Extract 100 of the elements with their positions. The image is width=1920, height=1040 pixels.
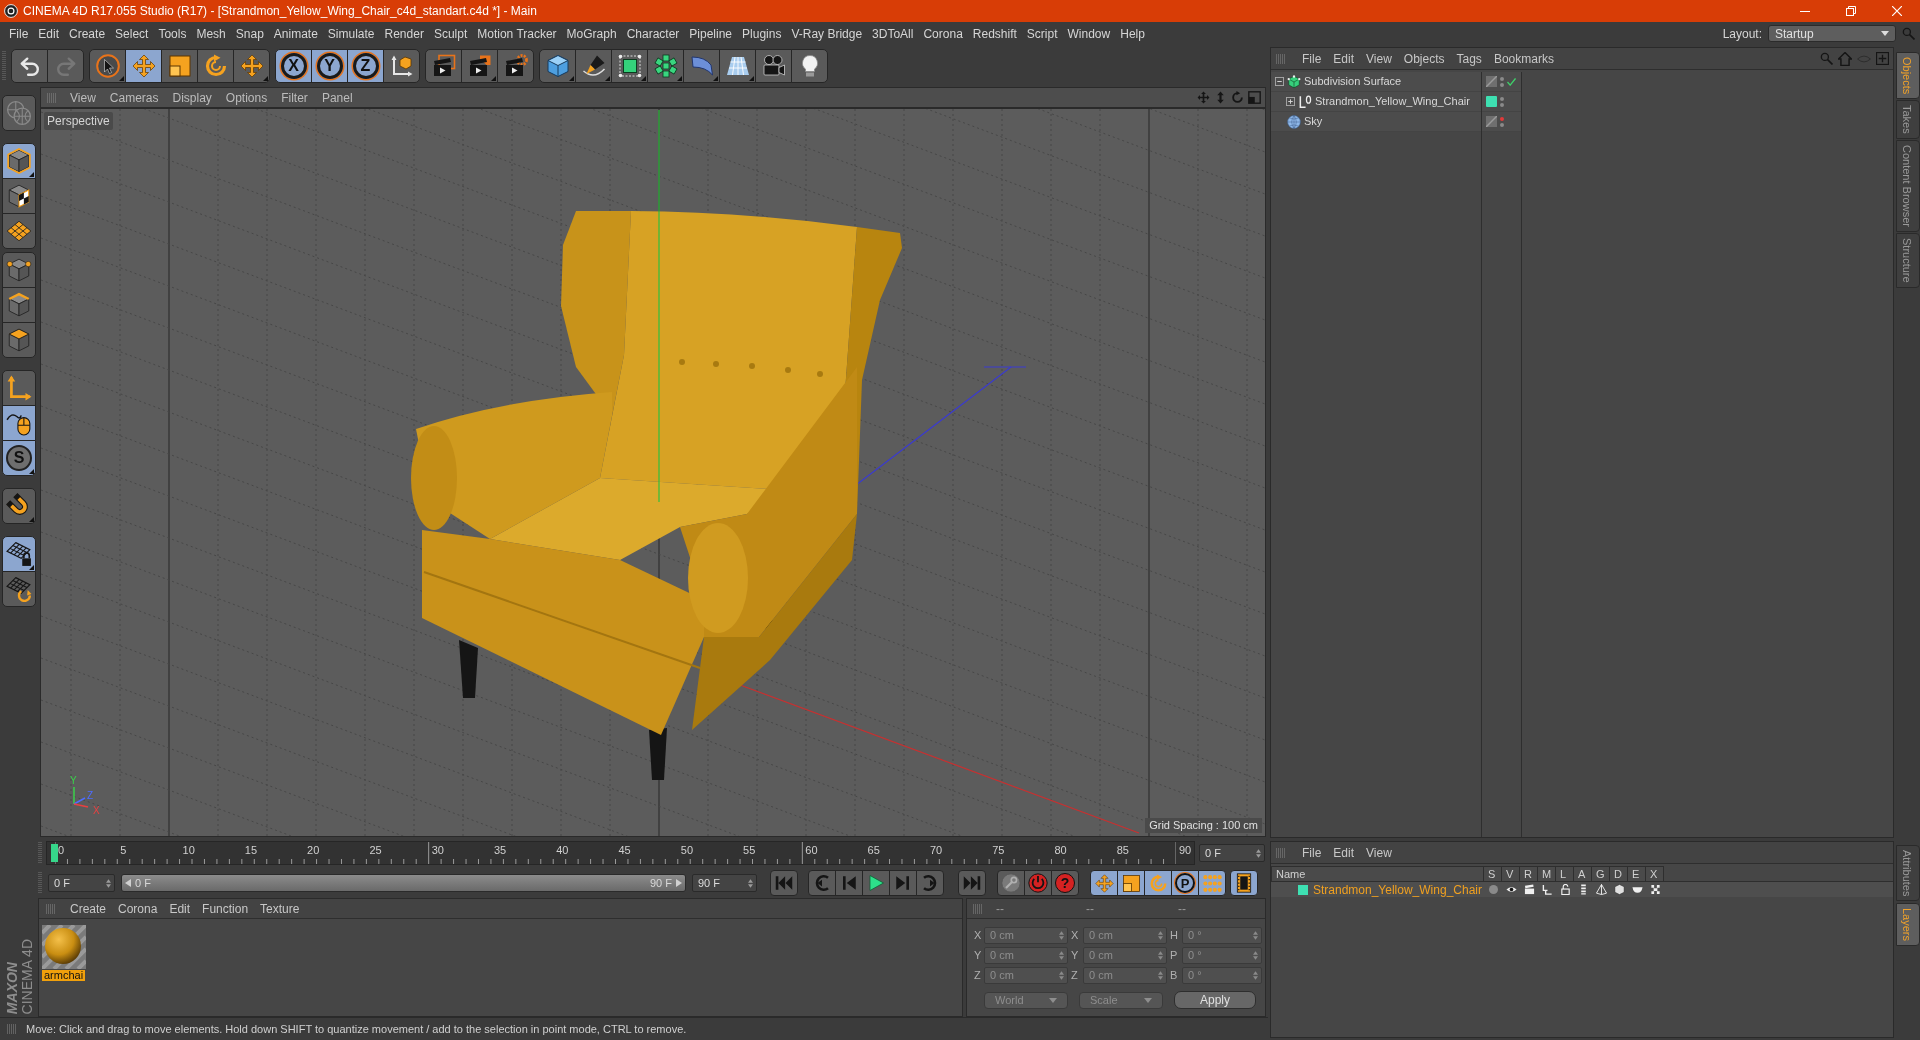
viewport-menu-item[interactable]: Panel (314, 91, 360, 104)
editor-dot-icon[interactable] (1500, 76, 1504, 81)
render-settings-button[interactable] (497, 49, 534, 83)
padlock-icon[interactable] (1559, 884, 1571, 895)
workplane-mode-button[interactable] (2, 213, 36, 249)
light-button[interactable] (791, 49, 828, 83)
points-mode-button[interactable] (2, 252, 36, 288)
clapperboard-icon[interactable] (1523, 884, 1535, 895)
start-frame-field[interactable]: 0 F (48, 874, 115, 892)
menu-item[interactable]: V-Ray Bridge (786, 27, 868, 40)
menu-item[interactable]: Plugins (737, 27, 787, 40)
render-view-button[interactable] (425, 49, 462, 83)
menu-item[interactable]: Character (621, 27, 685, 40)
axis-mode-button[interactable] (2, 370, 36, 406)
material-menu-item[interactable]: Corona (112, 902, 164, 915)
panel-tab[interactable]: Takes (1896, 100, 1920, 140)
workplane-lock-button[interactable] (2, 536, 36, 572)
menu-item[interactable]: Create (64, 27, 111, 40)
subdivision-button[interactable] (611, 49, 648, 83)
deformer-button[interactable] (683, 49, 720, 83)
material-preview-icon[interactable] (42, 925, 86, 969)
select-tool-button[interactable] (89, 49, 126, 83)
editor-dot-icon[interactable] (1500, 96, 1504, 101)
coordinate-system-button[interactable] (383, 49, 420, 83)
menu-item[interactable]: Render (379, 27, 429, 40)
x-shape-icon[interactable] (1649, 884, 1661, 895)
material-menu-item[interactable]: Create (64, 902, 113, 915)
autokey-button[interactable] (1024, 870, 1052, 896)
material-menu-item[interactable]: Edit (163, 902, 197, 915)
render-button[interactable] (461, 49, 498, 83)
move-tool-button[interactable] (125, 49, 162, 83)
axis-lock-button[interactable]: Y (311, 49, 348, 83)
menu-item[interactable]: Edit (33, 27, 65, 40)
collapse-icon[interactable] (1275, 77, 1284, 86)
bowl-icon[interactable] (1631, 884, 1643, 895)
parameter-track-button[interactable]: P (1171, 870, 1199, 896)
layer-menu-item[interactable]: File (1296, 846, 1328, 859)
snap-button[interactable]: S (2, 440, 36, 476)
range-end-handle[interactable]: 90 F (650, 877, 682, 889)
object-menu-item[interactable]: Tags (1450, 52, 1488, 65)
layer-menu-item[interactable]: Edit (1327, 846, 1361, 859)
floor-button[interactable] (719, 49, 756, 83)
next-key-button[interactable] (916, 870, 944, 896)
object-row[interactable]: Sky (1271, 112, 1481, 132)
panel-tab[interactable]: Layers (1896, 902, 1920, 946)
object-row[interactable]: Strandmon_Yellow_Wing_Chair (1271, 92, 1481, 112)
menu-item[interactable]: Mesh (191, 27, 231, 40)
object-menu-item[interactable]: Objects (1397, 52, 1451, 65)
pen-button[interactable] (575, 49, 612, 83)
object-menu-item[interactable]: View (1360, 52, 1398, 65)
layout-dropdown[interactable]: Startup (1768, 25, 1896, 42)
axis-lock-button[interactable]: Z (347, 49, 384, 83)
panel-tab[interactable]: Structure (1896, 233, 1920, 288)
menu-item[interactable]: Sculpt (428, 27, 473, 40)
current-frame-field[interactable]: 0 F (1199, 844, 1265, 862)
viewport-menu-item[interactable]: Display (165, 91, 219, 104)
move-button[interactable] (233, 49, 270, 83)
panel-tab[interactable]: Attributes (1896, 844, 1920, 901)
menu-item[interactable]: Snap (230, 27, 269, 40)
layer-menu-item[interactable]: View (1360, 846, 1398, 859)
object-menu-item[interactable]: Edit (1327, 52, 1361, 65)
record-objects-button[interactable] (997, 870, 1025, 896)
end-frame-field[interactable]: 90 F (692, 874, 757, 892)
rotate-tool-button[interactable] (197, 49, 234, 83)
object-row[interactable]: Subdivision Surface (1271, 72, 1481, 92)
render-dot-icon[interactable] (1500, 102, 1504, 107)
object-menu-item[interactable]: File (1296, 52, 1328, 65)
menu-item[interactable]: Tools (153, 27, 192, 40)
go-to-end-button[interactable] (958, 870, 986, 896)
pyramid-icon[interactable] (1595, 884, 1607, 895)
timeline-ruler[interactable]: 0 5 10 15 20 25 30 35 40 45 50 55 60 65 70 75 80 85 90 (46, 841, 1195, 865)
cloner-button[interactable] (647, 49, 684, 83)
undo-button[interactable] (11, 49, 48, 83)
axis-lock-button[interactable]: X (275, 49, 312, 83)
previous-key-button[interactable] (808, 870, 836, 896)
range-start-handle[interactable]: 0 F (125, 877, 151, 889)
menu-item[interactable]: Window (1062, 27, 1116, 40)
column-header[interactable]: Name (1271, 866, 1484, 882)
menu-item[interactable]: File (4, 27, 34, 40)
viewport-menu-item[interactable]: View (63, 91, 103, 104)
scale-tool-button[interactable] (161, 49, 198, 83)
hexagon-icon[interactable] (1613, 884, 1625, 895)
menu-item[interactable]: Pipeline (684, 27, 738, 40)
menu-item[interactable]: Simulate (322, 27, 380, 40)
hierarchy-icon[interactable] (1541, 884, 1553, 895)
apply-button[interactable]: Apply (1174, 991, 1256, 1009)
menu-item[interactable]: Help (1115, 27, 1150, 40)
viewport[interactable]: Perspective Y Z X Grid Spacing : 100 cm (40, 108, 1266, 837)
menu-item[interactable]: Animate (268, 27, 323, 40)
menu-item[interactable]: Corona (918, 27, 968, 40)
cube-button[interactable] (539, 49, 576, 83)
material-menu-item[interactable]: Texture (254, 902, 306, 915)
menu-item[interactable]: 3DToAll (867, 27, 919, 40)
panel-tab[interactable]: Content Browser (1896, 140, 1920, 232)
menu-item[interactable]: MoGraph (561, 27, 622, 40)
layer-color-icon[interactable] (1486, 96, 1497, 107)
edges-mode-button[interactable] (2, 287, 36, 323)
camera-button[interactable] (755, 49, 792, 83)
object-menu-item[interactable]: Bookmarks (1487, 52, 1560, 65)
keyframe-selection-button[interactable]: ? (1051, 870, 1079, 896)
